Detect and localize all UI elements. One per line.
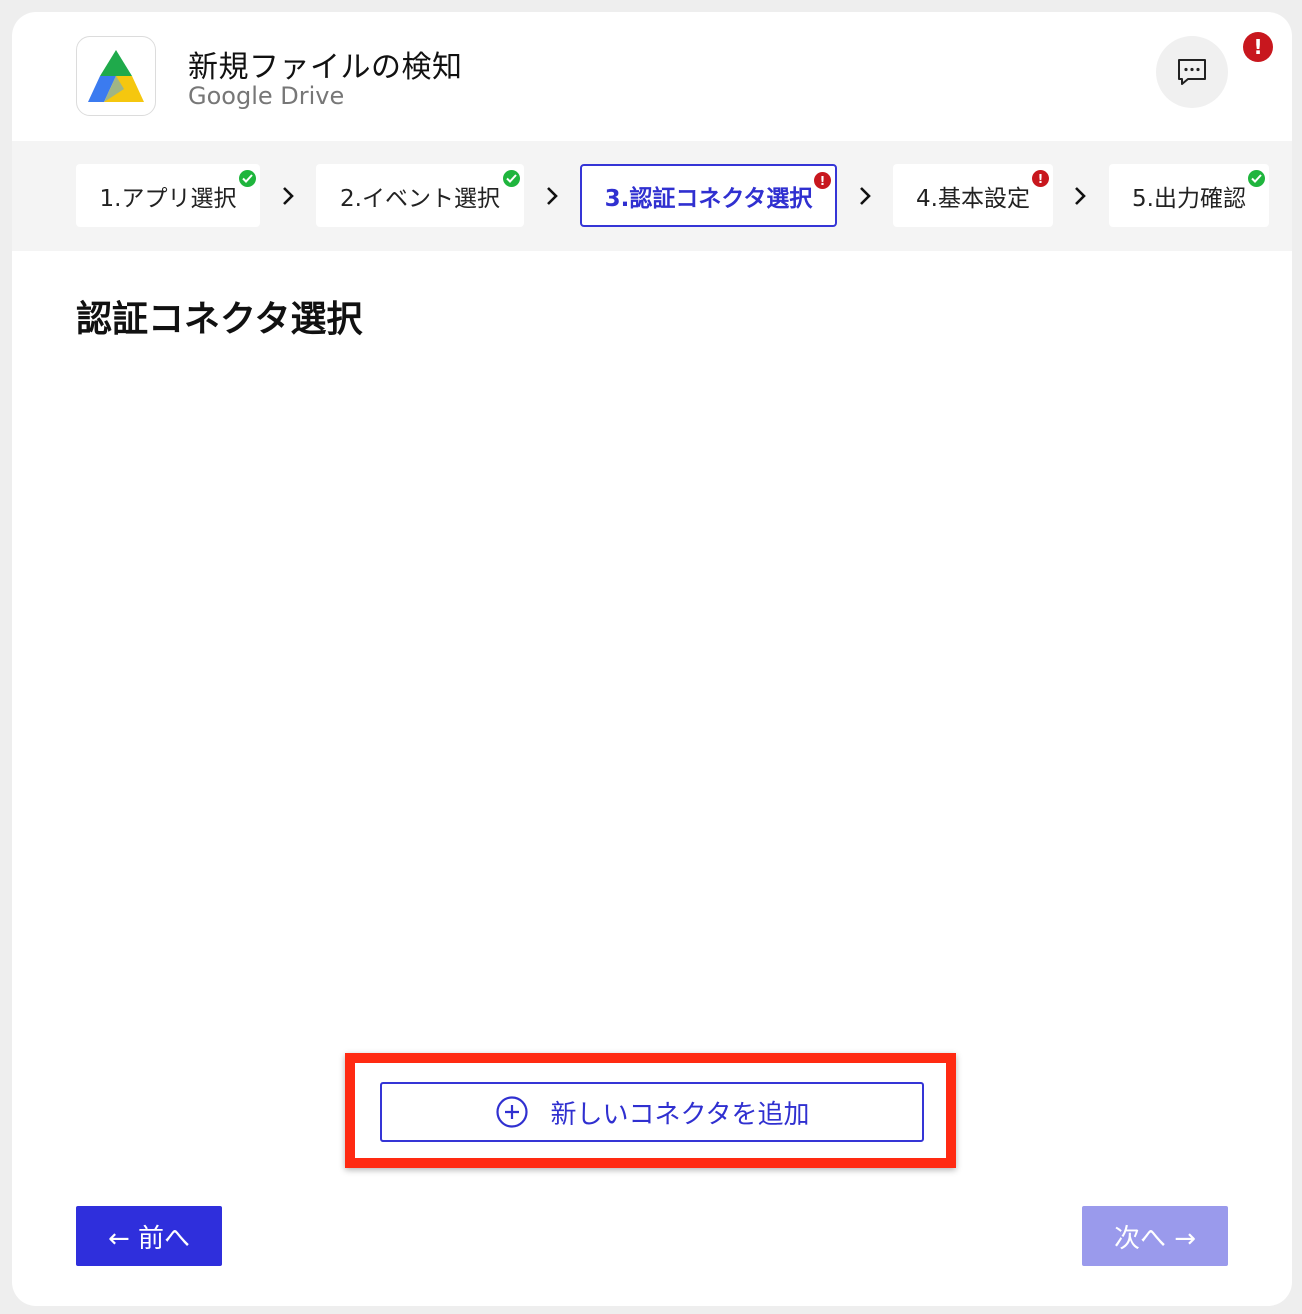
next-button[interactable]: 次へ → <box>1082 1206 1228 1266</box>
step-label: 5.出力確認 <box>1132 185 1246 212</box>
stepper: 1.アプリ選択 2.イベント選択 3.認証コネクタ選択 ! 4.基本設定 ! 5… <box>12 141 1292 251</box>
check-icon <box>239 170 256 187</box>
error-icon: ! <box>1032 170 1049 187</box>
chat-button[interactable] <box>1156 36 1228 108</box>
alert-icon: ! <box>1243 32 1273 62</box>
chevron-right-icon <box>855 181 875 211</box>
check-icon <box>1248 170 1265 187</box>
chevron-right-icon <box>1070 181 1090 211</box>
step-basic-settings[interactable]: 4.基本設定 ! <box>893 164 1053 227</box>
google-drive-logo-icon <box>76 36 156 116</box>
step-label: 1.アプリ選択 <box>99 185 237 212</box>
step-connector-select[interactable]: 3.認証コネクタ選択 ! <box>580 164 837 227</box>
plus-circle-icon <box>495 1096 528 1128</box>
step-output-confirm[interactable]: 5.出力確認 <box>1109 164 1269 227</box>
error-icon: ! <box>814 172 831 189</box>
chevron-right-icon <box>542 181 562 211</box>
step-label: 2.イベント選択 <box>340 185 500 212</box>
section-title: 認証コネクタ選択 <box>76 299 363 340</box>
chat-bubble-icon <box>1178 59 1206 85</box>
check-icon <box>503 170 520 187</box>
add-connector-button[interactable]: 新しいコネクタを追加 <box>380 1082 924 1142</box>
main-card: 新規ファイルの検知 Google Drive ! 1.アプリ選択 2.イベント選… <box>12 12 1292 1306</box>
step-event-select[interactable]: 2.イベント選択 <box>316 164 524 227</box>
add-connector-label: 新しいコネクタを追加 <box>550 1099 810 1130</box>
chevron-right-icon <box>278 181 298 211</box>
step-app-select[interactable]: 1.アプリ選択 <box>76 164 260 227</box>
app-subtitle: Google Drive <box>188 82 345 110</box>
step-label: 4.基本設定 <box>916 185 1030 212</box>
prev-button[interactable]: ← 前へ <box>76 1206 222 1266</box>
app-title: 新規ファイルの検知 <box>188 50 463 85</box>
step-label: 3.認証コネクタ選択 <box>604 185 813 212</box>
